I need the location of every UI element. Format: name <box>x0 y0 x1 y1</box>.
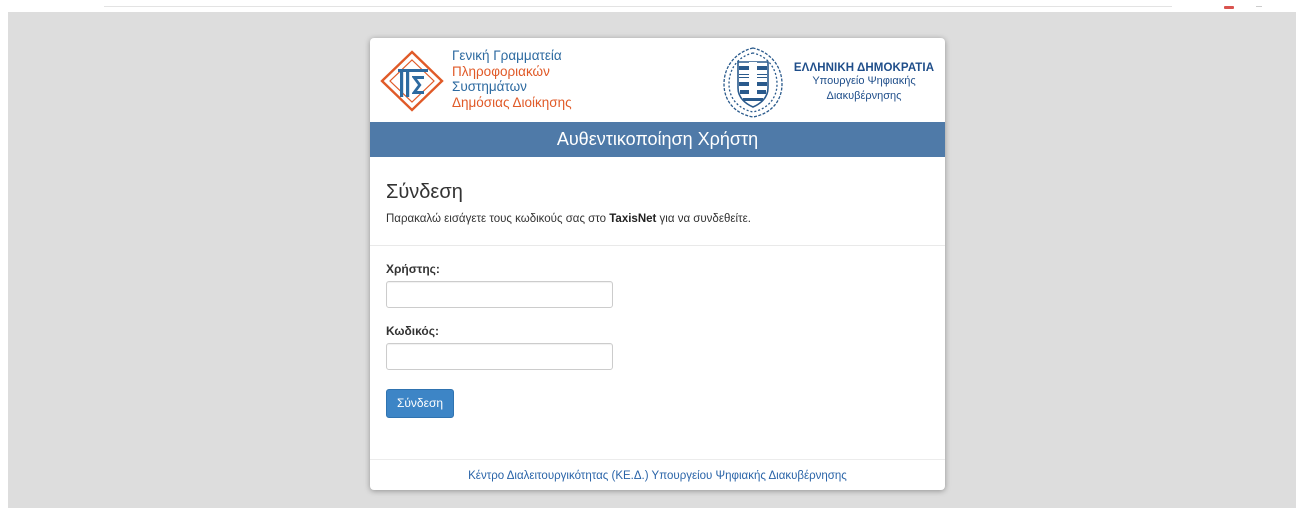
greek-emblem-icon <box>723 47 783 118</box>
gsis-line-2: Πληροφοριακών <box>452 63 550 79</box>
interoperability-center-link[interactable]: Κέντρο Διαλειτουργικότητας (ΚΕ.Δ.) Υπουρ… <box>370 470 945 482</box>
browser-top-divider <box>104 6 1172 7</box>
intro-text-before: Παρακαλώ εισάγετε τους κωδικούς σας στο <box>386 213 610 225</box>
login-heading: Σύνδεση <box>386 181 463 203</box>
intro-text-after: για να συνδεθείτε. <box>656 213 751 225</box>
username-input[interactable] <box>386 281 613 308</box>
password-input[interactable] <box>386 343 613 370</box>
ministry-logo-text: ΕΛΛΗΝΙΚΗ ΔΗΜΟΚΡΑΤΙΑ Υπουργείο Ψηφιακής Δ… <box>790 62 938 104</box>
login-instructions: Παρακαλώ εισάγετε τους κωδικούς σας στο … <box>386 213 751 225</box>
gsis-line-1: Γενική Γραμματεία <box>452 48 562 63</box>
gov-subtitle-line-1: Υπουργείο Ψηφιακής <box>812 75 916 87</box>
gsis-line-4: Δημόσιας Διοίκησης <box>452 94 572 110</box>
login-button[interactable]: Σύνδεση <box>386 389 454 418</box>
corner-indicator-secondary <box>1256 6 1262 7</box>
password-label: Κωδικός: <box>386 324 439 338</box>
gsis-logo-icon <box>380 50 444 112</box>
login-card: Γενική Γραμματεία Πληροφοριακών Συστημάτ… <box>370 38 945 490</box>
gsis-logo: Γενική Γραμματεία Πληροφοριακών Συστημάτ… <box>378 48 598 116</box>
intro-text-bold: TaxisNet <box>609 213 657 225</box>
ministry-logo: ΕΛΛΗΝΙΚΗ ΔΗΜΟΚΡΑΤΙΑ Υπουργείο Ψηφιακής Δ… <box>718 44 938 120</box>
gov-title: ΕΛΛΗΝΙΚΗ ΔΗΜΟΚΡΑΤΙΑ <box>793 62 935 74</box>
gsis-logo-text: Γενική Γραμματεία Πληροφοριακών Συστημάτ… <box>452 48 572 110</box>
gsis-line-3: Συστημάτων <box>452 79 527 94</box>
page-title: Αυθεντικοποίηση Χρήστη <box>370 122 945 157</box>
footer-divider <box>370 459 945 460</box>
gov-subtitle-line-2: Διακυβέρνησης <box>826 90 902 102</box>
corner-indicator <box>1224 6 1234 9</box>
username-label: Χρήστης: <box>386 262 440 276</box>
form-divider <box>370 245 945 246</box>
